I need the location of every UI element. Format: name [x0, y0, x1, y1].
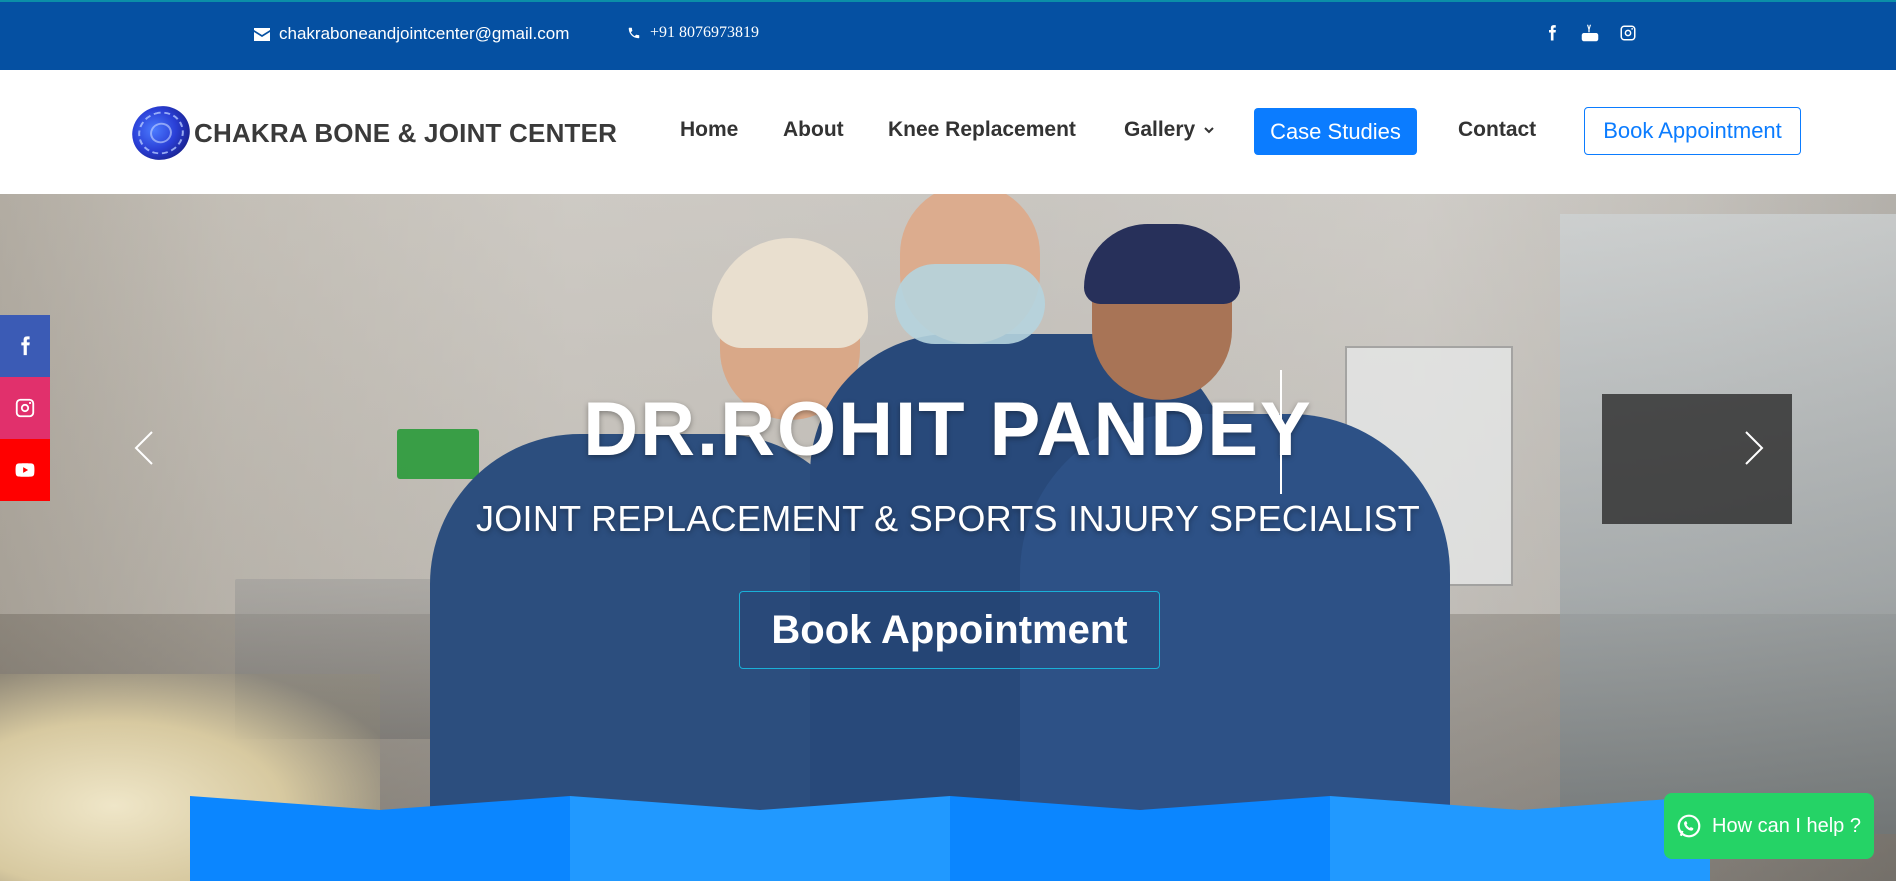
- typing-cursor: [1280, 370, 1282, 494]
- nav-about[interactable]: About: [783, 118, 844, 142]
- instagram-icon: [15, 398, 35, 418]
- service-card-2[interactable]: [570, 796, 950, 881]
- phone-text[interactable]: +91 8076973819: [650, 24, 759, 42]
- nav-knee-replacement[interactable]: Knee Replacement: [888, 118, 1076, 142]
- youtube-icon: [15, 463, 35, 477]
- nav-home[interactable]: Home: [680, 118, 738, 142]
- site-logo[interactable]: CHAKRA BONE & JOINT CENTER: [125, 98, 618, 168]
- chevron-down-icon: [1204, 127, 1214, 134]
- hero-subtitle: JOINT REPLACEMENT & SPORTS INJURY SPECIA…: [475, 498, 1421, 539]
- phone-contact[interactable]: +91 8076973819: [627, 24, 759, 42]
- whatsapp-help-button[interactable]: How can I help ?: [1664, 793, 1874, 859]
- nav-contact[interactable]: Contact: [1458, 118, 1536, 142]
- floating-instagram-button[interactable]: [0, 377, 50, 439]
- topbar-socials: [1543, 24, 1637, 42]
- email-contact[interactable]: chakraboneandjointcenter@gmail.com: [254, 24, 569, 44]
- facebook-icon[interactable]: [1543, 24, 1561, 42]
- case-studies-button[interactable]: Case Studies: [1254, 108, 1417, 155]
- instagram-icon[interactable]: [1619, 24, 1637, 42]
- service-card-1[interactable]: [190, 796, 570, 881]
- chakra-logo-icon: [125, 98, 197, 168]
- hero-title: DR.ROHIT PANDEY: [583, 387, 1313, 472]
- hero-book-appointment-button[interactable]: Book Appointment: [739, 591, 1160, 669]
- whatsapp-icon: [1677, 814, 1701, 838]
- floating-youtube-button[interactable]: [0, 439, 50, 501]
- book-appointment-nav-button[interactable]: Book Appointment: [1584, 107, 1801, 155]
- service-cards-strip: [190, 796, 1710, 881]
- service-card-4[interactable]: [1330, 796, 1710, 881]
- phone-icon: [628, 27, 640, 39]
- site-header: CHAKRA BONE & JOINT CENTER Home About Kn…: [0, 70, 1896, 194]
- floating-social-bar: [0, 315, 50, 501]
- nav-gallery[interactable]: Gallery: [1124, 118, 1215, 142]
- hero-slider: DR.ROHIT PANDEY JOINT REPLACEMENT & SPOR…: [0, 194, 1896, 881]
- help-label: How can I help ?: [1712, 814, 1861, 837]
- facebook-icon: [21, 336, 30, 356]
- email-text[interactable]: chakraboneandjointcenter@gmail.com: [279, 24, 569, 44]
- service-card-3[interactable]: [950, 796, 1330, 881]
- logo-text: CHAKRA BONE & JOINT CENTER: [194, 117, 618, 148]
- top-bar: chakraboneandjointcenter@gmail.com +91 8…: [0, 0, 1896, 70]
- nav-gallery-label: Gallery: [1124, 118, 1196, 141]
- hero-person-middle-mask: [895, 264, 1045, 344]
- floating-facebook-button[interactable]: [0, 315, 50, 377]
- envelope-icon: [254, 27, 270, 41]
- youtube-icon[interactable]: [1581, 24, 1599, 42]
